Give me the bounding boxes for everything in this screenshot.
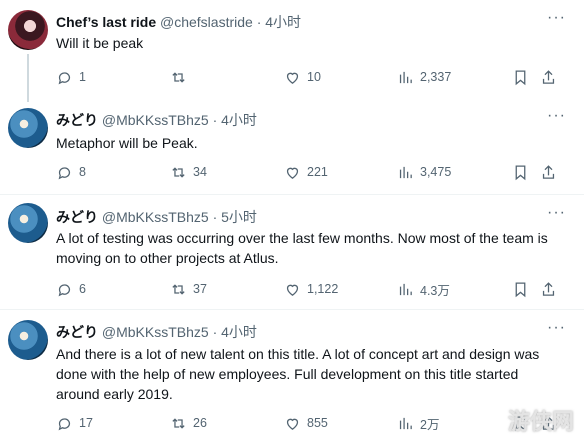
reply-count: 17 bbox=[79, 416, 93, 430]
tweet-2[interactable]: みどり @MbKKssTBhz5 · 4小时 ··· Metaphor will… bbox=[0, 102, 584, 193]
heart-icon bbox=[286, 284, 299, 296]
retweet-icon bbox=[172, 166, 185, 178]
tweet-text: A lot of testing was occurring over the … bbox=[56, 230, 548, 266]
avatar[interactable] bbox=[8, 10, 48, 50]
tweet-actions: 6 37 1,122 4.3万 bbox=[56, 279, 568, 299]
display-name[interactable]: みどり bbox=[56, 209, 98, 225]
user-handle[interactable]: @MbKKssTBhz5 bbox=[102, 324, 209, 340]
views-button[interactable]: 4.3万 bbox=[397, 279, 450, 299]
share-icon bbox=[542, 164, 555, 179]
views-button[interactable]: 2万 bbox=[397, 413, 439, 433]
reply-count: 8 bbox=[79, 165, 86, 179]
reply-button[interactable]: 17 bbox=[56, 413, 93, 433]
bookmark-button[interactable] bbox=[512, 279, 529, 299]
ellipsis-icon[interactable]: ··· bbox=[547, 204, 566, 222]
share-icon bbox=[542, 281, 555, 296]
reply-icon bbox=[58, 283, 71, 296]
reply-button[interactable]: 8 bbox=[56, 162, 86, 182]
avatar[interactable] bbox=[8, 203, 48, 243]
tweet-actions: 17 26 855 2万 bbox=[56, 413, 568, 433]
timestamp[interactable]: · 4小时 bbox=[257, 14, 301, 30]
reply-icon bbox=[58, 166, 71, 179]
like-count: 855 bbox=[307, 416, 328, 430]
views-icon bbox=[399, 283, 412, 295]
tweet-1[interactable]: Chef’s last ride @chefslastride · 4小时 ··… bbox=[0, 0, 584, 102]
retweet-count: 37 bbox=[193, 282, 207, 296]
heart-icon bbox=[286, 418, 299, 430]
retweet-button[interactable] bbox=[170, 67, 193, 87]
bookmark-icon bbox=[515, 69, 526, 85]
tweet-actions: 1 10 2,337 bbox=[56, 67, 568, 87]
view-count: 2,337 bbox=[420, 70, 452, 84]
timestamp[interactable]: · 5小时 bbox=[213, 209, 257, 225]
timestamp[interactable]: · 4小时 bbox=[213, 324, 257, 340]
like-button[interactable]: 221 bbox=[284, 162, 328, 182]
display-name[interactable]: みどり bbox=[56, 112, 98, 128]
watermark: 游侠网 bbox=[507, 410, 574, 435]
display-name[interactable]: Chef’s last ride bbox=[56, 14, 156, 30]
display-name[interactable]: みどり bbox=[56, 324, 98, 340]
like-button[interactable]: 1,122 bbox=[284, 279, 338, 299]
bookmark-icon bbox=[515, 164, 526, 180]
timestamp[interactable]: · 4小时 bbox=[213, 112, 257, 128]
tweet-actions: 8 34 221 3,475 bbox=[56, 162, 568, 182]
tweet-header: Chef’s last ride @chefslastride · 4小时 bbox=[56, 12, 301, 32]
avatar[interactable] bbox=[8, 320, 48, 360]
views-icon bbox=[399, 166, 412, 178]
reply-icon bbox=[58, 417, 71, 430]
retweet-button[interactable]: 34 bbox=[170, 162, 207, 182]
bookmark-button[interactable] bbox=[512, 162, 529, 182]
retweet-count: 34 bbox=[193, 165, 207, 179]
share-button[interactable] bbox=[540, 162, 557, 182]
reply-button[interactable]: 1 bbox=[56, 67, 86, 87]
bookmark-button[interactable] bbox=[512, 67, 529, 87]
user-handle[interactable]: @chefslastride bbox=[160, 14, 253, 30]
retweet-button[interactable]: 37 bbox=[170, 279, 207, 299]
heart-icon bbox=[286, 167, 299, 179]
retweet-icon bbox=[172, 283, 185, 295]
tweet-header: みどり @MbKKssTBhz5 · 4小时 bbox=[56, 322, 257, 342]
tweet-header: みどり @MbKKssTBhz5 · 5小时 bbox=[56, 207, 257, 227]
ellipsis-icon[interactable]: ··· bbox=[547, 107, 566, 125]
ellipsis-icon[interactable]: ··· bbox=[547, 319, 566, 337]
bookmark-icon bbox=[515, 281, 526, 297]
user-handle[interactable]: @MbKKssTBhz5 bbox=[102, 112, 209, 128]
retweet-icon bbox=[172, 417, 185, 429]
reply-count: 6 bbox=[79, 282, 86, 296]
like-count: 10 bbox=[307, 70, 321, 84]
heart-icon bbox=[286, 72, 299, 84]
retweet-button[interactable]: 26 bbox=[170, 413, 207, 433]
reply-button[interactable]: 6 bbox=[56, 279, 86, 299]
share-button[interactable] bbox=[540, 279, 557, 299]
view-count: 4.3万 bbox=[420, 283, 450, 298]
views-icon bbox=[399, 417, 412, 429]
tweet-text: And there is a lot of new talent on this… bbox=[56, 346, 540, 402]
tweet-3[interactable]: みどり @MbKKssTBhz5 · 5小时 ··· A lot of test… bbox=[0, 195, 584, 308]
views-icon bbox=[399, 71, 412, 83]
like-count: 221 bbox=[307, 165, 328, 179]
reply-count: 1 bbox=[79, 70, 86, 84]
view-count: 2万 bbox=[420, 417, 440, 432]
tweet-header: みどり @MbKKssTBhz5 · 4小时 bbox=[56, 110, 257, 130]
ellipsis-icon[interactable]: ··· bbox=[547, 9, 566, 27]
thread-line bbox=[27, 54, 29, 102]
tweet-text: Will it be peak bbox=[56, 35, 144, 51]
like-button[interactable]: 10 bbox=[284, 67, 321, 87]
reply-icon bbox=[58, 71, 71, 84]
user-handle[interactable]: @MbKKssTBhz5 bbox=[102, 209, 209, 225]
tweet-4[interactable]: みどり @MbKKssTBhz5 · 4小时 ··· And there is … bbox=[0, 310, 584, 442]
share-button[interactable] bbox=[540, 67, 557, 87]
views-button[interactable]: 2,337 bbox=[397, 67, 451, 87]
like-count: 1,122 bbox=[307, 282, 339, 296]
view-count: 3,475 bbox=[420, 165, 452, 179]
tweet-text: Metaphor will be Peak. bbox=[56, 135, 198, 151]
avatar[interactable] bbox=[8, 108, 48, 148]
retweet-icon bbox=[172, 71, 185, 83]
like-button[interactable]: 855 bbox=[284, 413, 328, 433]
retweet-count: 26 bbox=[193, 416, 207, 430]
share-icon bbox=[542, 69, 555, 84]
views-button[interactable]: 3,475 bbox=[397, 162, 451, 182]
